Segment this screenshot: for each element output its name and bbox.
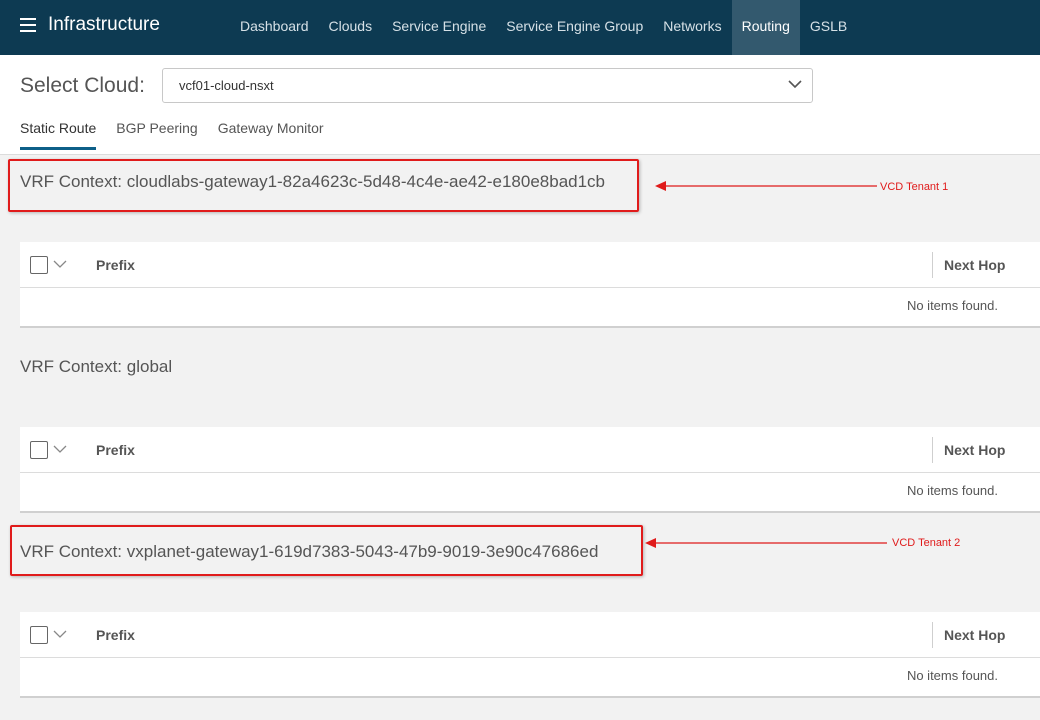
vrf-context-title: VRF Context: global xyxy=(20,357,173,376)
empty-message: No items found. xyxy=(906,483,998,498)
menu-icon[interactable] xyxy=(20,18,36,32)
annotation-highlight-box xyxy=(10,525,643,576)
tab-static-route[interactable]: Static Route xyxy=(20,120,97,150)
nav-dashboard[interactable]: Dashboard xyxy=(230,0,319,55)
routing-tabs: Static Route BGP Peering Gateway Monitor xyxy=(20,120,344,150)
annotation-arrow-icon xyxy=(655,181,877,191)
empty-message: No items found. xyxy=(906,298,998,313)
top-bar: Infrastructure Dashboard Clouds Service … xyxy=(0,0,1040,55)
cloud-select-value: vcf01-cloud-nsxt xyxy=(179,78,274,93)
select-cloud-label: Select Cloud: xyxy=(20,74,145,97)
static-route-grid: Prefix Next Hop No items found. xyxy=(20,427,1040,513)
static-route-grid: Prefix Next Hop No items found. xyxy=(20,612,1040,698)
empty-message: No items found. xyxy=(906,668,998,683)
main-nav: Dashboard Clouds Service Engine Service … xyxy=(230,0,857,55)
select-all-checkbox[interactable] xyxy=(30,256,48,274)
app-title: Infrastructure xyxy=(48,14,160,35)
column-header-prefix[interactable]: Prefix xyxy=(96,627,135,643)
annotation-label: VCD Tenant 1 xyxy=(880,181,949,193)
chevron-down-icon xyxy=(788,80,802,89)
grid-header: Prefix Next Hop xyxy=(20,242,1040,288)
column-header-next-hop[interactable]: Next Hop xyxy=(944,442,1005,458)
select-all-checkbox[interactable] xyxy=(30,626,48,644)
nav-routing[interactable]: Routing xyxy=(731,0,800,55)
select-all-checkbox[interactable] xyxy=(30,441,48,459)
column-header-next-hop[interactable]: Next Hop xyxy=(944,627,1005,643)
static-route-grid: Prefix Next Hop No items found. xyxy=(20,242,1040,328)
annotation-label: VCD Tenant 2 xyxy=(892,537,961,549)
annotation-highlight-box xyxy=(8,159,639,212)
nav-gslb[interactable]: GSLB xyxy=(800,0,857,55)
column-header-next-hop[interactable]: Next Hop xyxy=(944,257,1005,273)
content-area: VRF Context: cloudlabs-gateway1-82a4623c… xyxy=(0,154,1040,720)
nav-service-engine-group[interactable]: Service Engine Group xyxy=(496,0,653,55)
chevron-down-icon[interactable] xyxy=(53,628,67,640)
chevron-down-icon[interactable] xyxy=(53,443,67,455)
nav-clouds[interactable]: Clouds xyxy=(319,0,383,55)
column-divider[interactable] xyxy=(932,437,933,463)
cloud-select-dropdown[interactable]: vcf01-cloud-nsxt xyxy=(162,68,813,103)
nav-networks[interactable]: Networks xyxy=(653,0,731,55)
chevron-down-icon[interactable] xyxy=(53,258,67,270)
nav-service-engine[interactable]: Service Engine xyxy=(382,0,496,55)
column-divider[interactable] xyxy=(932,622,933,648)
column-header-prefix[interactable]: Prefix xyxy=(96,442,135,458)
column-header-prefix[interactable]: Prefix xyxy=(96,257,135,273)
tab-gateway-monitor[interactable]: Gateway Monitor xyxy=(218,120,324,150)
tab-bgp-peering[interactable]: BGP Peering xyxy=(116,120,197,150)
column-divider[interactable] xyxy=(932,252,933,278)
annotation-arrow-icon xyxy=(645,538,887,548)
grid-header: Prefix Next Hop xyxy=(20,427,1040,473)
grid-header: Prefix Next Hop xyxy=(20,612,1040,658)
